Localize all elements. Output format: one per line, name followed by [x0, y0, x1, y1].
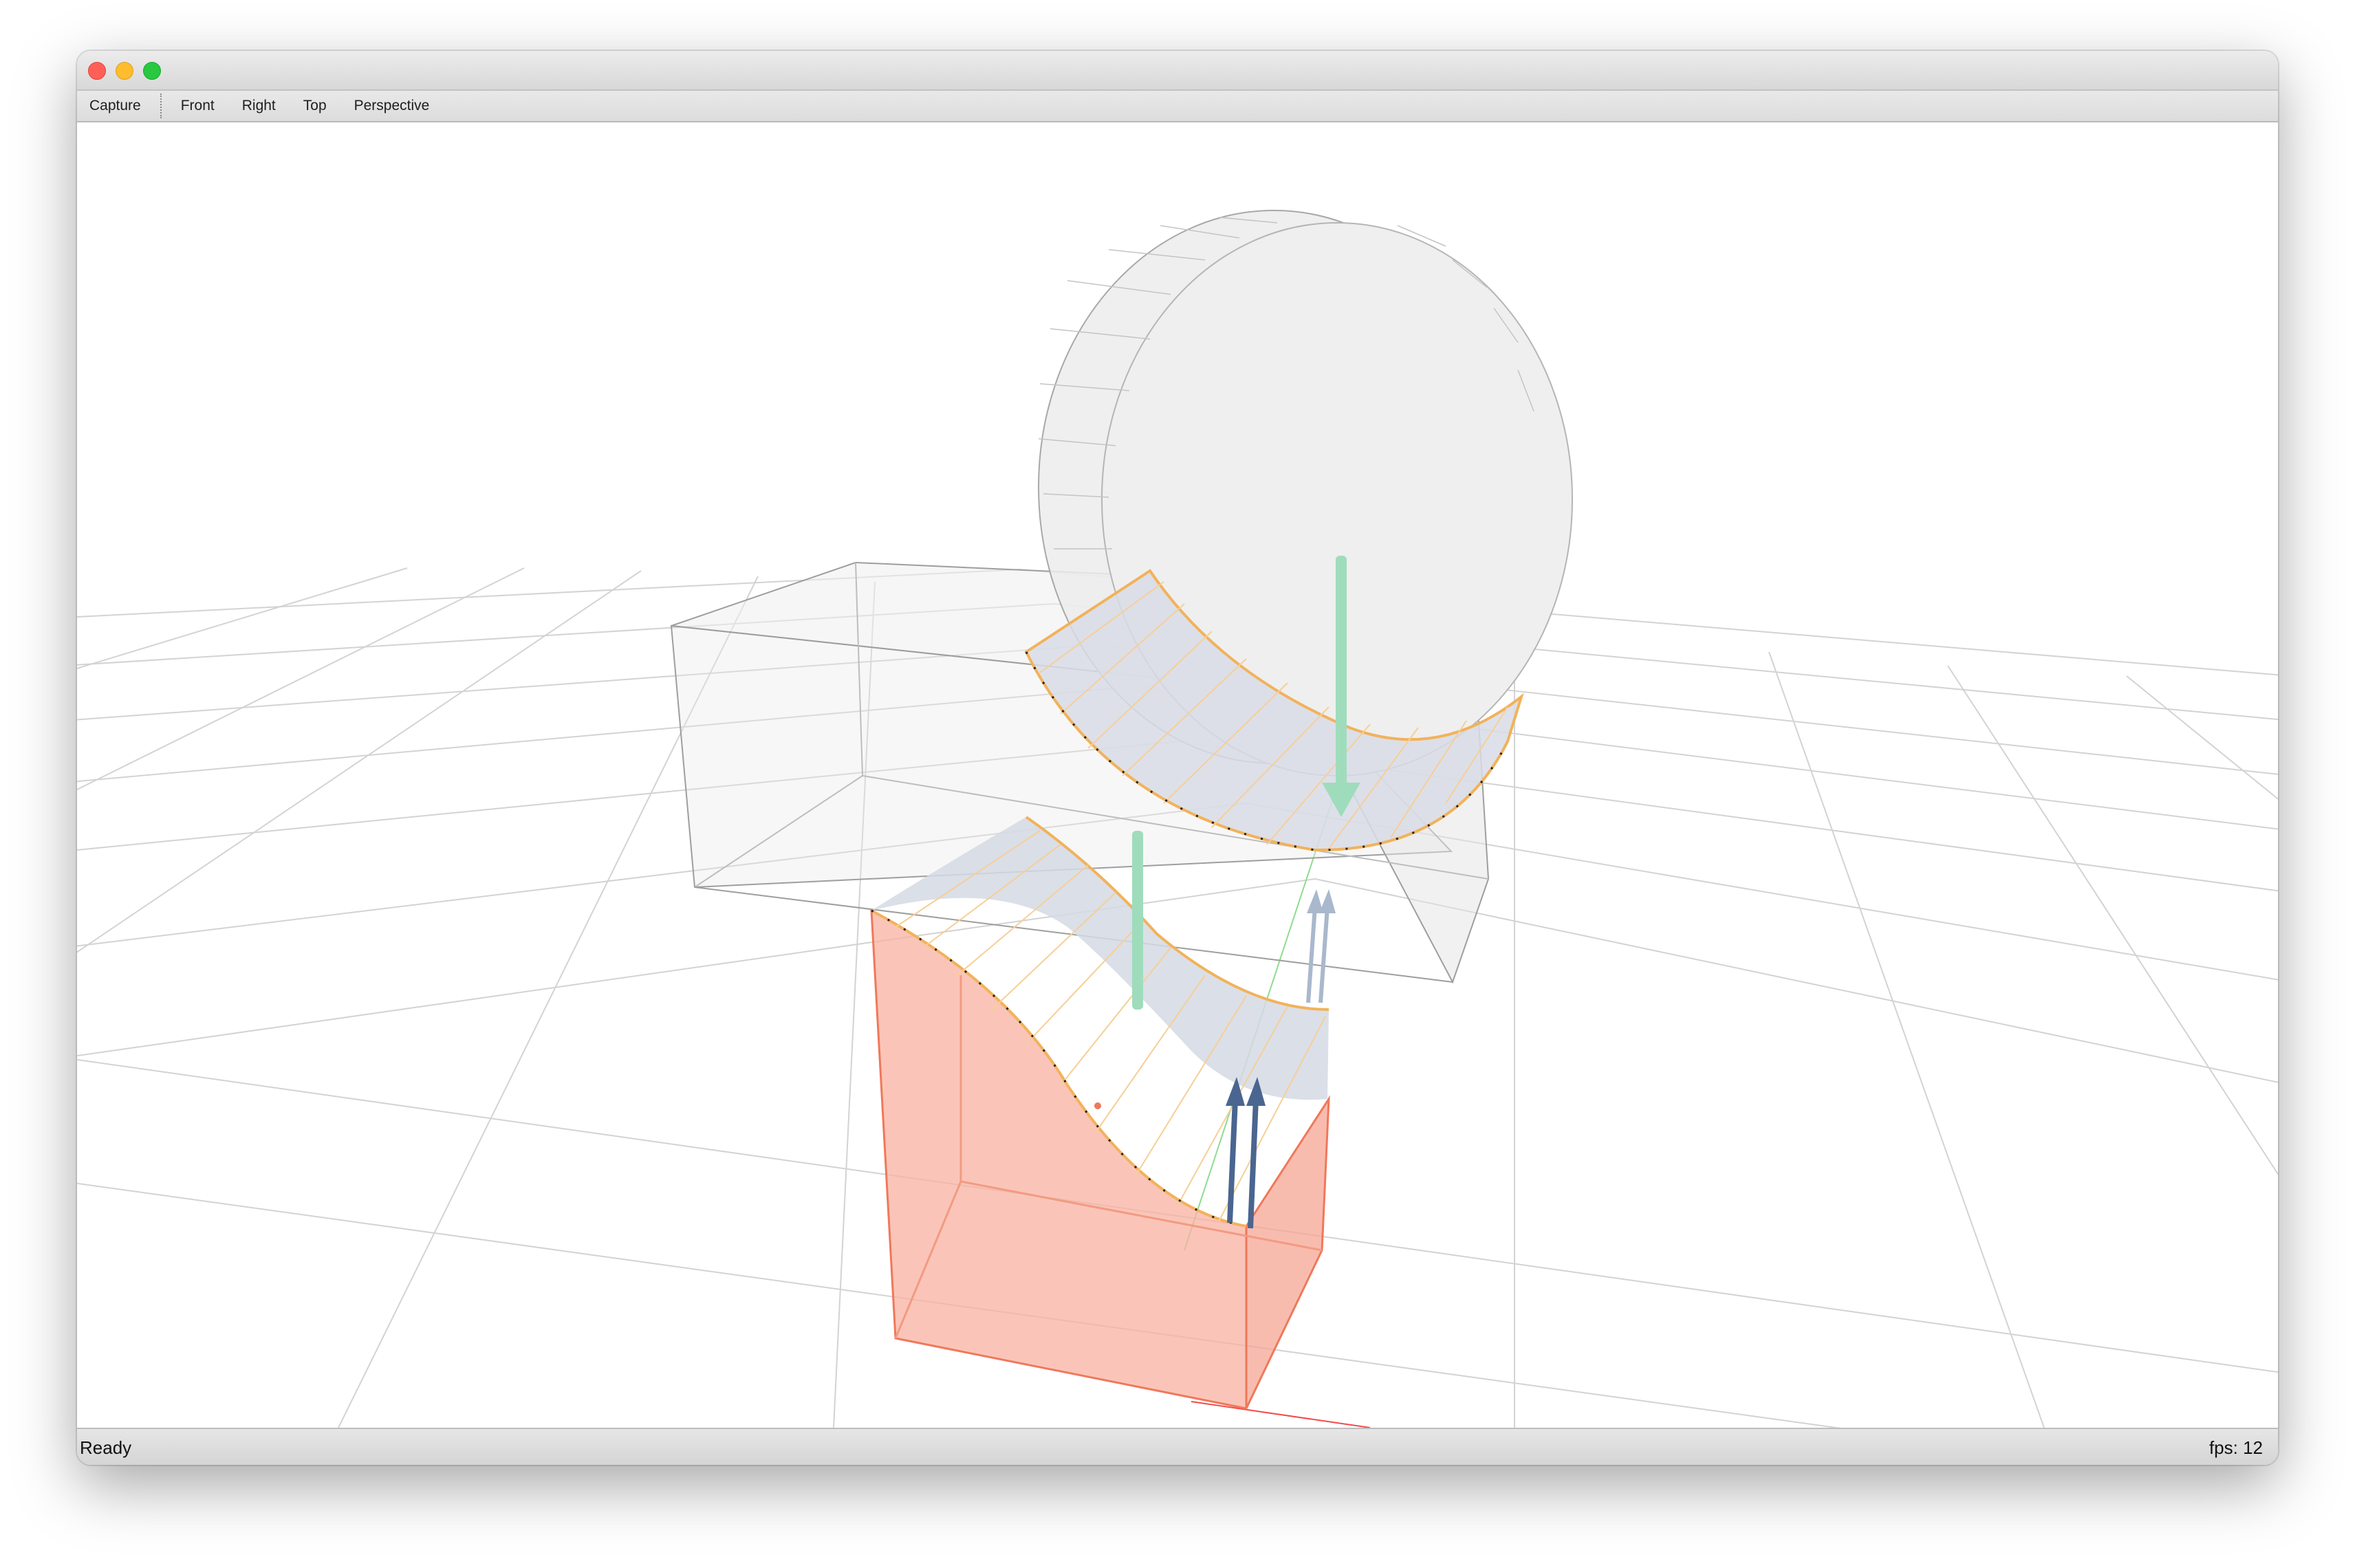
red-solid-block [870, 908, 1330, 1410]
status-bar: Ready fps: 12 [77, 1428, 2278, 1465]
app-window: Capture Front Right Top Perspective Read… [77, 51, 2278, 1465]
close-icon[interactable] [88, 62, 106, 80]
minimize-icon[interactable] [116, 62, 133, 80]
front-view-button[interactable]: Front [167, 91, 228, 121]
fps-counter: fps: 12 [2209, 1437, 2263, 1458]
normal-arrows-light [1306, 889, 1336, 1003]
block-force-arrow [1132, 831, 1143, 1010]
3d-viewport[interactable] [77, 122, 2278, 1428]
x-axis-line [1191, 1401, 1371, 1428]
scene-canvas[interactable] [77, 122, 2278, 1428]
capture-button[interactable]: Capture [77, 91, 160, 121]
top-view-button[interactable]: Top [290, 91, 340, 121]
right-view-button[interactable]: Right [228, 91, 290, 121]
toolbar-separator [160, 94, 162, 118]
toolbar: Capture Front Right Top Perspective [77, 91, 2278, 122]
perspective-view-button[interactable]: Perspective [340, 91, 444, 121]
zoom-icon[interactable] [143, 62, 161, 80]
title-bar [77, 51, 2278, 91]
status-message: Ready [80, 1437, 132, 1458]
